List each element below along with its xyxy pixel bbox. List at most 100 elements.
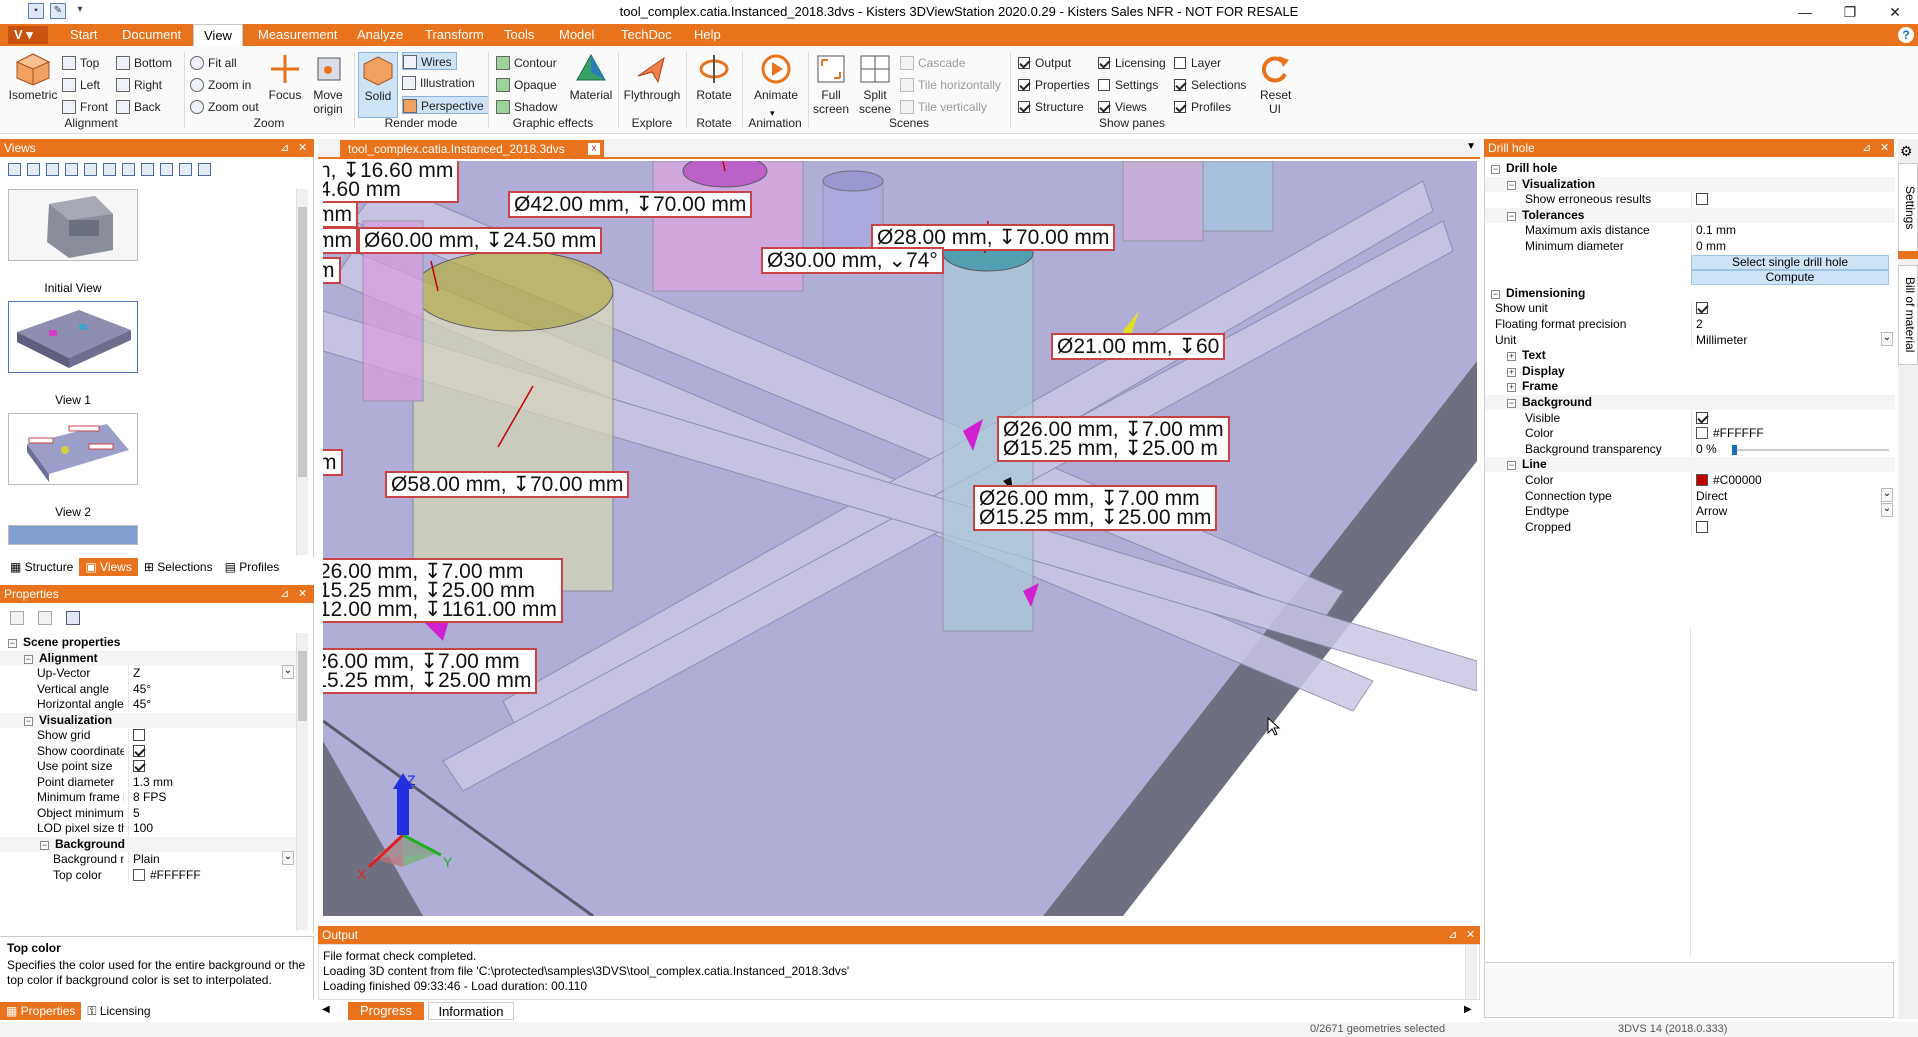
selections-check[interactable]	[1174, 79, 1186, 91]
tab-model[interactable]: Model	[549, 24, 604, 46]
property-value[interactable]: 0.1 mm	[1691, 223, 1895, 239]
full-screen-button[interactable]: Full screen	[810, 52, 852, 116]
property-value[interactable]: Z ⌄	[128, 665, 296, 681]
tile-horizontally-button[interactable]: Tile horizontally	[900, 76, 1001, 94]
app-menu-button[interactable]: V ▾	[8, 26, 48, 44]
shadow-button[interactable]: Shadow	[496, 98, 557, 116]
close-tab-button[interactable]: x	[588, 143, 600, 155]
checkbox[interactable]	[1696, 411, 1708, 424]
tab-tools[interactable]: Tools	[494, 24, 544, 46]
property-value[interactable]: 8 FPS	[128, 790, 296, 805]
transparency-slider[interactable]	[1732, 444, 1889, 455]
export-view-icon[interactable]	[141, 163, 154, 176]
tab-licensing[interactable]: ⚿ Licensing	[81, 1002, 156, 1020]
layer-pane-checkbox[interactable]: Layer	[1174, 54, 1221, 72]
stop-icon[interactable]	[103, 163, 116, 176]
selections-pane-checkbox[interactable]: Selections	[1174, 76, 1246, 94]
tab-analyze[interactable]: Analyze	[347, 24, 413, 46]
tile-vertically-button[interactable]: Tile vertically	[900, 98, 987, 116]
property-value[interactable]: 2	[1691, 317, 1895, 332]
checkbox[interactable]	[133, 760, 145, 772]
side-tab-settings[interactable]: Settings	[1898, 163, 1918, 253]
solid-button[interactable]: Solid	[358, 52, 398, 118]
tab-list-dropdown-icon[interactable]: ▼	[1466, 141, 1476, 152]
delete-view-icon[interactable]	[65, 163, 78, 176]
chevron-down-icon[interactable]: ⌄	[1881, 487, 1893, 502]
property-value[interactable]	[128, 759, 296, 774]
profiles-check[interactable]	[1174, 101, 1186, 113]
expand-toggle-icon[interactable]: +	[1507, 352, 1516, 362]
tab-measurement[interactable]: Measurement	[248, 24, 347, 46]
dimension-label[interactable]: m	[323, 449, 343, 476]
settings-pane-checkbox[interactable]: Settings	[1098, 76, 1158, 94]
property-value[interactable]	[1691, 192, 1895, 208]
update-view-icon[interactable]	[46, 163, 59, 176]
collapse-toggle-icon[interactable]: −	[1491, 289, 1500, 299]
view-thumbnail-view2[interactable]	[8, 413, 138, 485]
top-view-button[interactable]: Top	[62, 54, 99, 72]
dimension-label[interactable]: Ø21.00 mm, ↧60	[1051, 333, 1226, 360]
properties-scrollbar[interactable]	[296, 633, 308, 930]
property-value[interactable]: 0 mm	[1691, 239, 1895, 254]
checkbox[interactable]	[1696, 193, 1708, 206]
zoom-in-button[interactable]: Zoom in	[190, 76, 251, 94]
dimension-label[interactable]: h, ↧16.60 mm 4.60 mm	[323, 161, 460, 203]
property-value[interactable]: 45°	[128, 681, 296, 697]
dimension-label[interactable]: Ø30.00 mm, ⌄74°	[761, 247, 944, 274]
expand-toggle-icon[interactable]: +	[1507, 383, 1516, 393]
collapse-toggle-icon[interactable]: −	[24, 716, 33, 726]
views-check[interactable]	[1098, 101, 1110, 113]
property-value[interactable]	[1691, 410, 1895, 426]
property-value[interactable]	[1691, 301, 1895, 317]
collapse-toggle-icon[interactable]: −	[1491, 165, 1500, 174]
property-value[interactable]: Arrow ⌄	[1691, 503, 1895, 520]
color-swatch[interactable]	[1696, 474, 1708, 486]
previous-view-icon[interactable]	[84, 163, 97, 176]
checkbox[interactable]	[133, 744, 145, 757]
chevron-down-icon[interactable]: ⌄	[282, 851, 294, 865]
view-thumbnail-view1[interactable]	[8, 301, 138, 373]
dimension-label[interactable]: Ø26.00 mm, ↧7.00 mm Ø15.25 mm, ↧25.00 m	[997, 416, 1230, 462]
close-icon[interactable]: ✕	[298, 585, 307, 603]
close-icon[interactable]: ✕	[1466, 926, 1475, 944]
collapse-toggle-icon[interactable]: −	[24, 654, 33, 664]
output-scrollbar[interactable]	[1465, 945, 1477, 999]
tab-techdoc[interactable]: TechDoc	[611, 24, 682, 46]
import-view-icon[interactable]	[160, 163, 173, 176]
tab-progress[interactable]: Progress	[348, 1002, 424, 1020]
profiles-pane-checkbox[interactable]: Profiles	[1174, 98, 1231, 116]
property-value[interactable]	[128, 743, 296, 759]
tab-help[interactable]: Help	[684, 24, 731, 46]
add-view-icon[interactable]	[27, 163, 40, 176]
dimension-label[interactable]: mm	[323, 201, 358, 228]
pin-icon[interactable]: ⊿	[280, 585, 289, 603]
minimize-button[interactable]: —	[1790, 2, 1820, 22]
property-value[interactable]: #FFFFFF	[1691, 426, 1895, 442]
properties-pane-checkbox[interactable]: Properties	[1018, 76, 1090, 94]
chevron-down-icon[interactable]: ⌄	[282, 665, 294, 679]
chevron-down-icon[interactable]: ⌄	[1881, 331, 1893, 346]
dimension-label[interactable]: Ø26.00 mm, ↧7.00 mmØ15.25 mm, ↧25.00 mm	[323, 648, 538, 694]
tab-view[interactable]: View	[193, 24, 243, 46]
select-single-drill-hole-button[interactable]: Select single drill hole	[1691, 254, 1889, 270]
checkbox[interactable]	[1696, 302, 1708, 315]
licensing-pane-checkbox[interactable]: Licensing	[1098, 54, 1166, 72]
collapse-toggle-icon[interactable]: −	[1507, 461, 1516, 471]
collapse-toggle-icon[interactable]: −	[8, 639, 17, 648]
slider-thumb[interactable]	[1732, 444, 1737, 455]
pin-icon[interactable]: ⊿	[1448, 926, 1457, 944]
property-value[interactable]: 0 %	[1691, 441, 1895, 457]
dimension-label[interactable]: m	[323, 257, 341, 284]
right-view-button[interactable]: Right	[116, 76, 162, 94]
reset-ui-button[interactable]: Reset UI	[1256, 52, 1294, 116]
close-window-button[interactable]: ✕	[1880, 2, 1910, 22]
property-value[interactable]: 5	[128, 805, 296, 821]
property-value[interactable]: Plain ⌄	[128, 851, 296, 867]
move-origin-button[interactable]: Move origin	[306, 52, 350, 116]
tab-transform[interactable]: Transform	[415, 24, 494, 46]
property-value[interactable]: 1.3 mm	[128, 774, 296, 790]
document-tab[interactable]: tool_complex.catia.Instanced_2018.3dvs x	[340, 140, 604, 158]
tab-selections[interactable]: ⊞ Selections	[138, 558, 219, 576]
tab-document[interactable]: Document	[112, 24, 191, 46]
checkbox[interactable]	[1696, 520, 1708, 533]
